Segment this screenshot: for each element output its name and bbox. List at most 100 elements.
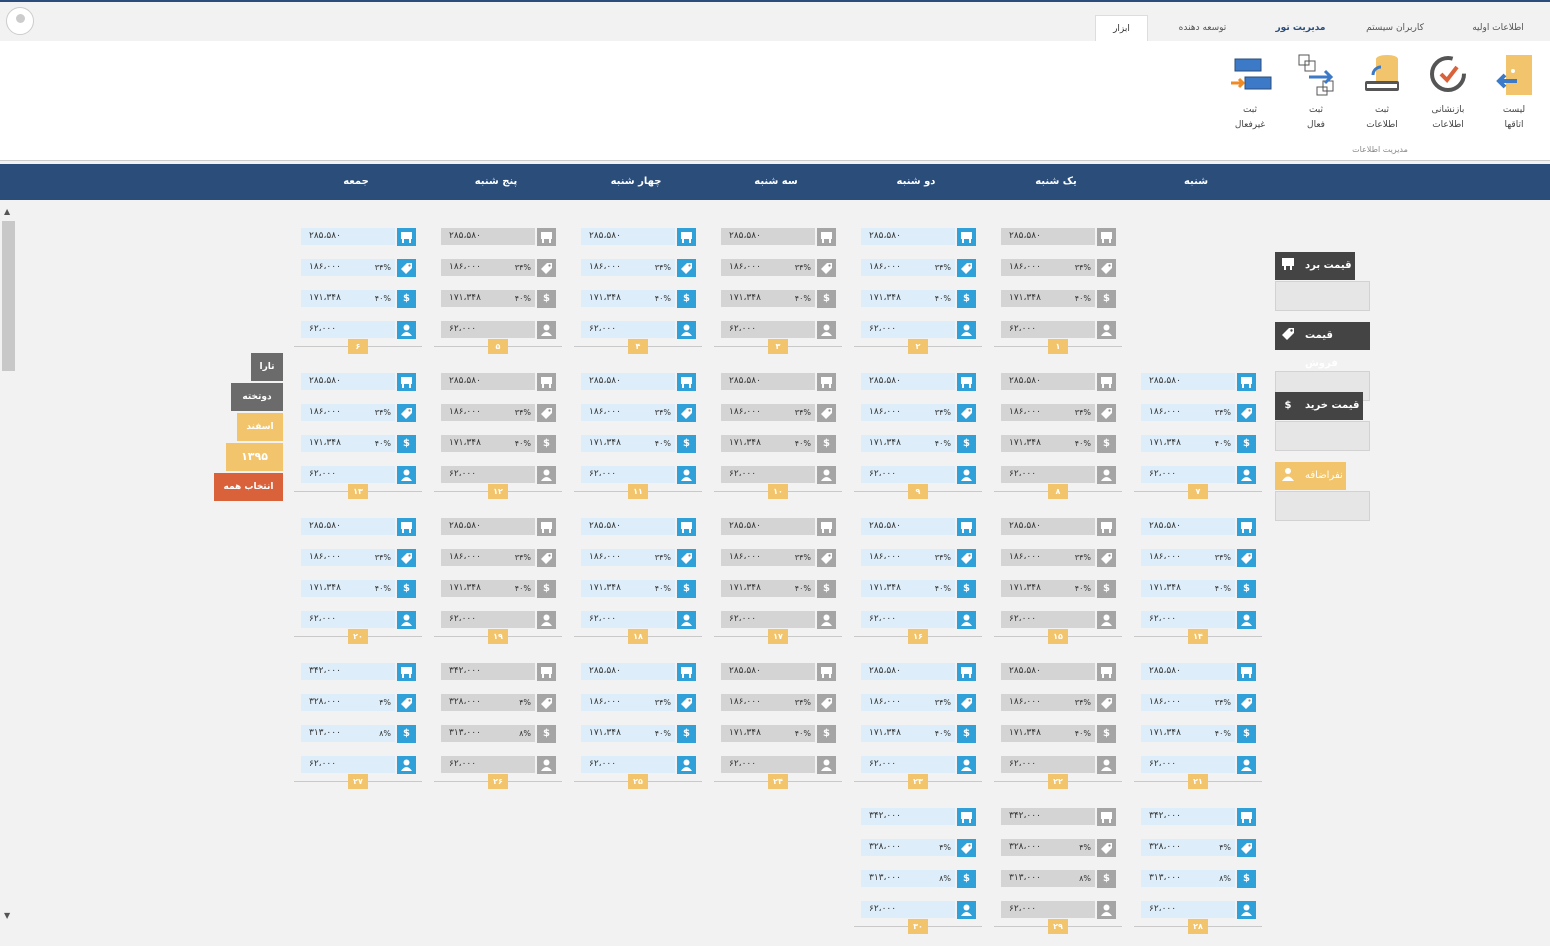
sell-price-row[interactable]: ۳۲۸،۰۰۰ ۴% — [441, 694, 556, 712]
day-cell[interactable]: ۲۸۵،۵۸۰ ۱۸۶،۰۰۰ ۳۴% ۱۷۱،۳۴۸ ۴۰% $۶۲،۰۰۰ ۱۹ — [434, 516, 562, 656]
board-price-row[interactable]: ۲۸۵،۵۸۰ — [1001, 663, 1116, 681]
buy-price-row[interactable]: ۱۷۱،۳۴۸ ۴۰% $ — [581, 580, 696, 598]
sell-price-value[interactable]: ۱۸۶،۰۰۰ ۳۴% — [581, 259, 675, 276]
extra-person-value[interactable]: ۶۲،۰۰۰ — [581, 321, 675, 338]
tab-basic-info[interactable]: اطلاعات اولیه — [1458, 15, 1538, 41]
buy-price-value[interactable]: ۱۷۱،۳۴۸ ۴۰% — [581, 725, 675, 742]
extra-person-row[interactable]: ۶۲،۰۰۰ — [1141, 901, 1256, 919]
sell-price-value[interactable]: ۱۸۶،۰۰۰ ۳۴% — [1001, 259, 1095, 276]
destination-filter[interactable]: تارا — [251, 353, 283, 381]
extra-person-row[interactable]: ۶۲،۰۰۰ — [301, 466, 416, 484]
board-price-row[interactable]: ۲۸۵،۵۸۰ — [721, 518, 836, 536]
scroll-down-icon[interactable]: ▼ — [4, 911, 10, 920]
sell-price-value[interactable]: ۱۸۶،۰۰۰ ۳۴% — [301, 259, 395, 276]
extra-person-value[interactable]: ۶۲،۰۰۰ — [861, 466, 955, 483]
buy-price-row[interactable]: ۱۷۱،۳۴۸ ۴۰% $ — [301, 435, 416, 453]
buy-price-row[interactable]: ۱۷۱،۳۴۸ ۴۰% $ — [1001, 580, 1116, 598]
board-price-row[interactable]: ۲۸۵،۵۸۰ — [441, 228, 556, 246]
extra-person-value[interactable]: ۶۲،۰۰۰ — [861, 321, 955, 338]
buy-price-value[interactable]: ۳۱۳،۰۰۰ ۸% — [301, 725, 395, 742]
buy-price-button[interactable]: $ قیمت خرید — [1275, 392, 1363, 420]
buy-price-row[interactable]: ۱۷۱،۳۴۸ ۴۰% $ — [581, 725, 696, 743]
buy-price-row[interactable]: ۳۱۳،۰۰۰ ۸% $ — [441, 725, 556, 743]
extra-person-row[interactable]: ۶۲،۰۰۰ — [721, 611, 836, 629]
day-cell[interactable]: ۳۴۲،۰۰۰ ۳۲۸،۰۰۰ ۴% ۳۱۳،۰۰۰ ۸% $۶۲،۰۰۰ ۲۸ — [1134, 806, 1262, 946]
buy-price-value[interactable]: ۱۷۱،۳۴۸ ۴۰% — [441, 290, 535, 307]
extra-person-value[interactable]: ۶۲،۰۰۰ — [721, 321, 815, 338]
buy-price-row[interactable]: ۱۷۱،۳۴۸ ۴۰% $ — [721, 290, 836, 308]
scroll-thumb[interactable] — [2, 221, 15, 371]
vertical-scrollbar[interactable]: ▲ ▼ — [0, 205, 17, 925]
sell-price-row[interactable]: ۱۸۶،۰۰۰ ۳۴% — [1001, 259, 1116, 277]
scroll-up-icon[interactable]: ▲ — [4, 207, 10, 216]
buy-price-value[interactable]: ۳۱۳،۰۰۰ ۸% — [861, 870, 955, 887]
board-price-value[interactable]: ۲۸۵،۵۸۰ — [441, 228, 535, 245]
day-cell[interactable]: ۲۸۵،۵۸۰ ۱۸۶،۰۰۰ ۳۴% ۱۷۱،۳۴۸ ۴۰% $۶۲،۰۰۰ ۲۵ — [574, 661, 702, 801]
day-cell[interactable]: ۲۸۵،۵۸۰ ۱۸۶،۰۰۰ ۳۴% ۱۷۱،۳۴۸ ۴۰% $۶۲،۰۰۰ ۷ — [1134, 371, 1262, 511]
day-cell[interactable]: ۲۸۵،۵۸۰ ۱۸۶،۰۰۰ ۳۴% ۱۷۱،۳۴۸ ۴۰% $۶۲،۰۰۰ ۴ — [574, 226, 702, 366]
day-cell[interactable]: ۲۸۵،۵۸۰ ۱۸۶،۰۰۰ ۳۴% ۱۷۱،۳۴۸ ۴۰% $۶۲،۰۰۰ ۸ — [994, 371, 1122, 511]
sell-price-value[interactable]: ۳۲۸،۰۰۰ ۴% — [301, 694, 395, 711]
extra-person-row[interactable]: ۶۲،۰۰۰ — [1141, 756, 1256, 774]
buy-price-row[interactable]: ۱۷۱،۳۴۸ ۴۰% $ — [1001, 290, 1116, 308]
board-price-button[interactable]: قیمت برد — [1275, 252, 1355, 280]
buy-price-value[interactable]: ۱۷۱،۳۴۸ ۴۰% — [301, 290, 395, 307]
sell-price-value[interactable]: ۱۸۶،۰۰۰ ۳۴% — [861, 694, 955, 711]
board-price-row[interactable]: ۲۸۵،۵۸۰ — [301, 518, 416, 536]
buy-price-row[interactable]: ۱۷۱،۳۴۸ ۴۰% $ — [1141, 725, 1256, 743]
board-price-row[interactable]: ۲۸۵،۵۸۰ — [581, 373, 696, 391]
sell-price-row[interactable]: ۱۸۶،۰۰۰ ۳۴% — [1141, 694, 1256, 712]
sell-price-value[interactable]: ۱۸۶،۰۰۰ ۳۴% — [1001, 694, 1095, 711]
extra-person-value[interactable]: ۶۲،۰۰۰ — [861, 756, 955, 773]
buy-price-value[interactable]: ۱۷۱،۳۴۸ ۴۰% — [581, 580, 675, 597]
sell-price-row[interactable]: ۱۸۶،۰۰۰ ۳۴% — [721, 694, 836, 712]
extra-person-row[interactable]: ۶۲،۰۰۰ — [721, 321, 836, 339]
buy-price-value[interactable]: ۱۷۱،۳۴۸ ۴۰% — [721, 435, 815, 452]
extra-person-value[interactable]: ۶۲،۰۰۰ — [721, 611, 815, 628]
sell-price-row[interactable]: ۱۸۶،۰۰۰ ۳۴% — [721, 549, 836, 567]
sell-price-value[interactable]: ۱۸۶،۰۰۰ ۳۴% — [721, 549, 815, 566]
board-price-value[interactable]: ۲۸۵،۵۸۰ — [301, 518, 395, 535]
extra-person-value[interactable]: ۶۲،۰۰۰ — [1001, 901, 1095, 918]
sell-price-row[interactable]: ۳۲۸،۰۰۰ ۴% — [301, 694, 416, 712]
extra-person-value[interactable]: ۶۲،۰۰۰ — [301, 611, 395, 628]
day-cell[interactable]: ۲۸۵،۵۸۰ ۱۸۶،۰۰۰ ۳۴% ۱۷۱،۳۴۸ ۴۰% $۶۲،۰۰۰ ۱ — [994, 226, 1122, 366]
extra-person-button[interactable]: نفراضافه — [1275, 462, 1347, 490]
sell-price-value[interactable]: ۳۲۸،۰۰۰ ۴% — [1001, 839, 1095, 856]
buy-price-row[interactable]: ۱۷۱،۳۴۸ ۴۰% $ — [861, 290, 976, 308]
sell-price-row[interactable]: ۳۲۸،۰۰۰ ۴% — [1001, 839, 1116, 857]
buy-price-row[interactable]: ۱۷۱،۳۴۸ ۴۰% $ — [441, 290, 556, 308]
board-price-row[interactable]: ۲۸۵،۵۸۰ — [1001, 373, 1116, 391]
sell-price-value[interactable]: ۱۸۶،۰۰۰ ۳۴% — [301, 404, 395, 421]
sell-price-value[interactable]: ۱۸۶،۰۰۰ ۳۴% — [1141, 549, 1235, 566]
extra-person-input[interactable] — [1275, 491, 1370, 521]
board-price-value[interactable]: ۳۴۲،۰۰۰ — [301, 663, 395, 680]
buy-price-value[interactable]: ۱۷۱،۳۴۸ ۴۰% — [721, 290, 815, 307]
board-price-row[interactable]: ۲۸۵،۵۸۰ — [1001, 228, 1116, 246]
day-cell[interactable]: ۲۸۵،۵۸۰ ۱۸۶،۰۰۰ ۳۴% ۱۷۱،۳۴۸ ۴۰% $۶۲،۰۰۰ ۱۷ — [714, 516, 842, 656]
buy-price-value[interactable]: ۱۷۱،۳۴۸ ۴۰% — [861, 580, 955, 597]
buy-price-input[interactable] — [1275, 421, 1370, 451]
board-price-value[interactable]: ۲۸۵،۵۸۰ — [581, 373, 675, 390]
buy-price-row[interactable]: ۳۱۳،۰۰۰ ۸% $ — [1141, 870, 1256, 888]
select-all-button[interactable]: انتخاب همه — [214, 473, 283, 501]
board-price-value[interactable]: ۲۸۵،۵۸۰ — [721, 373, 815, 390]
day-cell[interactable]: ۳۴۲،۰۰۰ ۳۲۸،۰۰۰ ۴% ۳۱۳،۰۰۰ ۸% $۶۲،۰۰۰ ۲۹ — [994, 806, 1122, 946]
extra-person-value[interactable]: ۶۲،۰۰۰ — [721, 466, 815, 483]
rooms-list-button[interactable]: لیست اتاقها — [1484, 51, 1544, 133]
buy-price-row[interactable]: ۱۷۱،۳۴۸ ۴۰% $ — [581, 290, 696, 308]
extra-person-row[interactable]: ۶۲،۰۰۰ — [441, 466, 556, 484]
extra-person-row[interactable]: ۶۲،۰۰۰ — [581, 321, 696, 339]
sell-price-value[interactable]: ۱۸۶،۰۰۰ ۳۴% — [861, 549, 955, 566]
buy-price-row[interactable]: ۱۷۱،۳۴۸ ۴۰% $ — [721, 435, 836, 453]
board-price-value[interactable]: ۲۸۵،۵۸۰ — [861, 518, 955, 535]
buy-price-row[interactable]: ۱۷۱،۳۴۸ ۴۰% $ — [1001, 435, 1116, 453]
extra-person-row[interactable]: ۶۲،۰۰۰ — [301, 321, 416, 339]
day-cell[interactable]: ۲۸۵،۵۸۰ ۱۸۶،۰۰۰ ۳۴% ۱۷۱،۳۴۸ ۴۰% $۶۲،۰۰۰ ۲۲ — [994, 661, 1122, 801]
extra-person-value[interactable]: ۶۲،۰۰۰ — [861, 901, 955, 918]
day-cell[interactable]: ۲۸۵،۵۸۰ ۱۸۶،۰۰۰ ۳۴% ۱۷۱،۳۴۸ ۴۰% $۶۲،۰۰۰ ۱۰ — [714, 371, 842, 511]
board-price-row[interactable]: ۲۸۵،۵۸۰ — [1141, 518, 1256, 536]
buy-price-value[interactable]: ۱۷۱،۳۴۸ ۴۰% — [581, 290, 675, 307]
sell-price-value[interactable]: ۱۸۶،۰۰۰ ۳۴% — [1001, 404, 1095, 421]
extra-person-row[interactable]: ۶۲،۰۰۰ — [581, 466, 696, 484]
